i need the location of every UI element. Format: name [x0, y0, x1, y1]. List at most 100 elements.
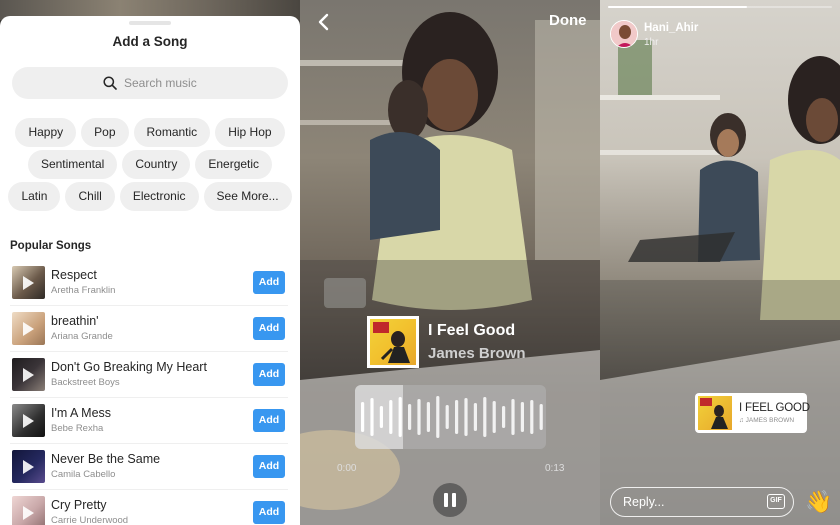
song-artist: Ariana Grande	[51, 331, 113, 342]
add-song-button[interactable]: Add	[253, 271, 285, 294]
story-username[interactable]: Hani_Ahir	[644, 22, 698, 34]
audio-waveform	[361, 396, 543, 438]
waveform-bar	[539, 404, 543, 430]
waveform-bar	[417, 399, 421, 435]
reply-placeholder: Reply...	[623, 495, 665, 509]
song-row[interactable]: I'm A Mess Bebe Rexha Add	[10, 398, 288, 444]
album-cover	[12, 496, 45, 525]
song-artist: Camila Cabello	[51, 469, 116, 480]
reply-input[interactable]: Reply... GIF	[610, 487, 794, 517]
album-art-sticker[interactable]	[367, 316, 419, 368]
genre-row-1: Happy Pop Romantic Hip Hop	[0, 118, 300, 147]
add-song-button[interactable]: Add	[253, 501, 285, 524]
waveform-bar	[530, 400, 534, 434]
play-icon[interactable]	[23, 460, 34, 474]
waveform-bar	[389, 400, 393, 434]
song-title: Cry Pretty	[51, 498, 107, 512]
play-icon[interactable]	[23, 276, 34, 290]
genre-chip-chill[interactable]: Chill	[65, 182, 115, 211]
pause-button[interactable]	[433, 483, 467, 517]
waveform-bar	[492, 401, 496, 433]
album-cover	[12, 450, 45, 483]
play-icon[interactable]	[23, 368, 34, 382]
song-artist: Bebe Rexha	[51, 423, 104, 434]
popular-songs-heading: Popular Songs	[10, 240, 92, 252]
waveform-bar	[436, 396, 440, 438]
story-background-photo	[600, 40, 840, 525]
genre-chip-pop[interactable]: Pop	[81, 118, 129, 147]
song-artist: Backstreet Boys	[51, 377, 120, 388]
waving-hand-icon[interactable]: 👋	[805, 487, 832, 517]
song-row[interactable]: Cry Pretty Carrie Underwood Add	[10, 490, 288, 525]
genre-chip-energetic[interactable]: Energetic	[195, 150, 273, 179]
story-post-time: 1hr	[644, 37, 659, 48]
genre-chip-latin[interactable]: Latin	[8, 182, 61, 211]
song-row[interactable]: Respect Aretha Franklin Add	[10, 260, 288, 306]
sticker-song-title: I FEEL GOOD	[739, 402, 810, 414]
song-row[interactable]: breathin' Ariana Grande Add	[10, 306, 288, 352]
play-icon[interactable]	[23, 322, 34, 336]
song-title: Don't Go Breaking My Heart	[51, 360, 207, 374]
pause-icon	[452, 493, 456, 507]
song-clip-scrubber[interactable]	[355, 385, 546, 449]
waveform-bar	[455, 400, 459, 434]
waveform-bar	[379, 406, 383, 428]
song-title: I'm A Mess	[51, 406, 112, 420]
album-cover	[12, 404, 45, 437]
waveform-bar	[445, 405, 449, 429]
album-art-image	[373, 322, 410, 363]
add-song-button[interactable]: Add	[253, 317, 285, 340]
waveform-bar	[520, 402, 524, 432]
add-song-button[interactable]: Add	[253, 363, 285, 386]
pause-icon	[444, 493, 448, 507]
music-sticker[interactable]: I FEEL GOOD ♫ JAMES BROWN	[695, 393, 810, 433]
genre-chip-romantic[interactable]: Romantic	[133, 118, 211, 147]
sticker-album-image	[700, 398, 728, 429]
add-song-button[interactable]: Add	[253, 409, 285, 432]
song-title: breathin'	[51, 314, 99, 328]
waveform-bar	[502, 406, 506, 428]
sheet-grabber[interactable]	[129, 21, 171, 25]
song-row[interactable]: Don't Go Breaking My Heart Backstreet Bo…	[10, 352, 288, 398]
done-button[interactable]: Done	[549, 12, 587, 29]
story-progress-fill	[608, 6, 747, 8]
play-icon[interactable]	[23, 414, 34, 428]
search-icon	[103, 76, 117, 90]
sticker-album-art	[698, 396, 732, 430]
music-preview-panel: Done I Feel Good James Brown 0:00 0:13	[300, 0, 600, 525]
genre-chip-see-more[interactable]: See More...	[203, 182, 292, 211]
genre-row-3: Latin Chill Electronic See More...	[0, 182, 300, 211]
song-row[interactable]: Never Be the Same Camila Cabello Add	[10, 444, 288, 490]
clip-end-time: 0:13	[545, 463, 565, 474]
waveform-bar	[398, 397, 402, 437]
waveform-bar	[408, 404, 412, 430]
add-song-button[interactable]: Add	[253, 455, 285, 478]
user-avatar[interactable]	[610, 20, 638, 48]
album-cover	[12, 358, 45, 391]
waveform-bar	[361, 402, 365, 432]
preview-artist-name: James Brown	[428, 345, 526, 362]
song-artist: Aretha Franklin	[51, 285, 116, 296]
search-music-input[interactable]: Search music	[12, 67, 288, 99]
search-placeholder: Search music	[124, 76, 197, 90]
genre-chip-hip-hop[interactable]: Hip Hop	[215, 118, 285, 147]
waveform-bar	[464, 398, 468, 436]
genre-chip-electronic[interactable]: Electronic	[119, 182, 199, 211]
song-title: Respect	[51, 268, 97, 282]
genre-chip-country[interactable]: Country	[122, 150, 191, 179]
song-artist: Carrie Underwood	[51, 515, 129, 525]
album-art	[370, 319, 416, 365]
song-picker-panel: Add a Song Search music Happy Pop Romant…	[0, 0, 300, 525]
story-progress-bar	[608, 6, 832, 8]
genre-chip-sentimental[interactable]: Sentimental	[27, 150, 118, 179]
song-title: Never Be the Same	[51, 452, 161, 466]
play-icon[interactable]	[23, 506, 34, 520]
waveform-bar	[426, 402, 430, 432]
back-chevron-icon[interactable]	[314, 12, 334, 32]
waveform-bar	[473, 403, 477, 431]
gif-button[interactable]: GIF	[767, 494, 785, 509]
waveform-bar	[511, 399, 515, 435]
preview-song-title: I Feel Good	[428, 322, 516, 339]
album-cover	[12, 312, 45, 345]
genre-chip-happy[interactable]: Happy	[15, 118, 77, 147]
